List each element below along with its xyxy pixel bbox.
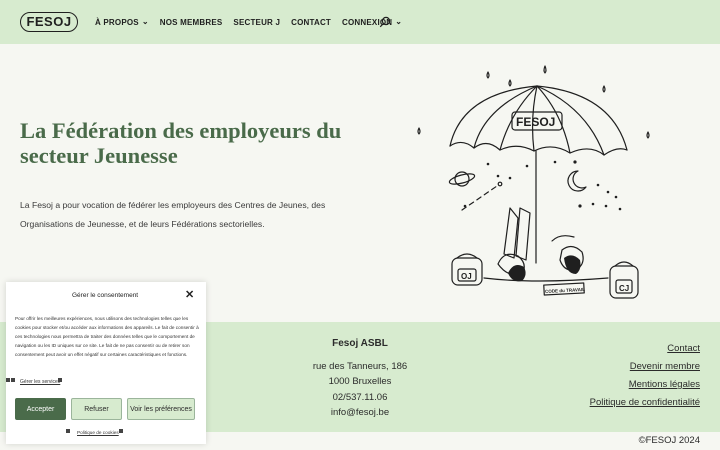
consent-buttons: Accepter Refuser Voir les préférences [15, 398, 195, 420]
footer-address-line2: 1000 Bruxelles [328, 376, 392, 387]
footer-phone[interactable]: 02/537.11.06 [290, 390, 430, 406]
nav-item-secteur-j[interactable]: SECTEUR J [233, 18, 280, 27]
nav-item-contact[interactable]: CONTACT [291, 18, 331, 27]
resize-handle-icon [58, 378, 62, 382]
hero-description: La Fesoj a pour vocation de fédérer les … [20, 200, 326, 229]
site-header: FESOJ À PROPOS ⌄ NOS MEMBRES SECTEUR J C… [0, 0, 720, 44]
footer-link-mentions-legales[interactable]: Mentions légales [590, 376, 700, 394]
manage-services-link[interactable]: Gérer les services [20, 379, 60, 385]
nav-label: NOS MEMBRES [159, 17, 223, 27]
footer-org-name: Fesoj ASBL [332, 338, 388, 349]
footer-email[interactable]: info@fesoj.be [290, 405, 430, 421]
main-nav: À PROPOS ⌄ NOS MEMBRES SECTEUR J CONTACT… [95, 0, 413, 44]
refuse-button[interactable]: Refuser [71, 398, 122, 420]
accept-button[interactable]: Accepter [15, 398, 66, 420]
backpack-cj-label: CJ [619, 284, 629, 293]
nav-label: À PROPOS [95, 17, 139, 27]
consent-title: Gérer le consentement [72, 292, 139, 299]
nav-label: CONTACT [291, 17, 332, 27]
site-logo[interactable]: FESOJ [20, 12, 78, 32]
resize-handle-icon [6, 378, 10, 382]
resize-handle-icon [66, 429, 70, 433]
umbrella-illustration: FESOJ OJ CJ CODE du TRAVAIL [417, 65, 650, 299]
footer-link-contact[interactable]: Contact [590, 340, 700, 358]
nav-item-nos-membres[interactable]: NOS MEMBRES [160, 18, 223, 27]
backpack-oj-label: OJ [461, 272, 472, 281]
cookie-consent-panel: Gérer le consentement ✕ Pour offrir les … [6, 282, 206, 444]
consent-body: Pour offrir les meilleures expériences, … [15, 316, 199, 357]
footer-link-devenir-membre[interactable]: Devenir membre [590, 358, 700, 376]
footer-link-politique-confidentialite[interactable]: Politique de confidentialité [590, 394, 700, 412]
chevron-down-icon: ⌄ [141, 16, 149, 26]
footer-links: Contact Devenir membre Mentions légales … [590, 340, 700, 412]
resize-handle-icon [11, 378, 15, 382]
nav-item-connexion[interactable]: CONNEXION ⌄ [342, 16, 403, 27]
search-icon[interactable] [379, 16, 391, 28]
preferences-button[interactable]: Voir les préférences [127, 398, 195, 420]
resize-handle-icon [119, 429, 123, 433]
cookie-policy-link[interactable]: Politique de cookies [77, 430, 119, 435]
footer-address-line1: rue des Tanneurs, 186 [312, 360, 408, 372]
nav-label: SECTEUR J [233, 17, 281, 27]
umbrella-label: FESOJ [516, 115, 555, 129]
chevron-down-icon: ⌄ [395, 16, 403, 26]
nav-item-a-propos[interactable]: À PROPOS ⌄ [95, 16, 149, 27]
close-icon[interactable]: ✕ [185, 288, 194, 301]
hero-title: La Fédération des employeurs du secteur … [20, 118, 342, 168]
copyright: ©FESOJ 2024 [638, 435, 700, 446]
footer-address-block: Fesoj ASBL rue des Tanneurs, 186 1000 Br… [290, 336, 430, 421]
